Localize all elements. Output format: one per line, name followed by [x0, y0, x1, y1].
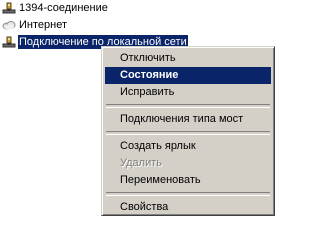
internet-cloud-icon [2, 19, 16, 31]
menu-item-status[interactable]: Состояние [105, 67, 271, 84]
network-connection-icon [2, 36, 16, 48]
menu-item-repair[interactable]: Исправить [105, 84, 271, 101]
context-menu: Отключить Состояние Исправить Подключени… [101, 46, 275, 216]
connection-internet[interactable]: Интернет [2, 18, 68, 32]
connection-label: Интернет [19, 19, 67, 31]
menu-item-delete: Удалить [120, 157, 162, 169]
network-connection-icon [2, 2, 16, 14]
menu-item-disconnect[interactable]: Отключить [105, 50, 271, 67]
menu-item-create-shortcut[interactable]: Создать ярлык [105, 138, 271, 155]
connection-label: 1394-соединение [19, 2, 108, 14]
connection-1394[interactable]: 1394-соединение [2, 1, 109, 15]
menu-separator [106, 131, 270, 135]
menu-separator [106, 192, 270, 196]
menu-item-rename[interactable]: Переименовать [105, 172, 271, 189]
menu-separator [106, 104, 270, 108]
menu-item-bridge-connections[interactable]: Подключения типа мост [105, 111, 271, 128]
menu-item-properties[interactable]: Свойства [105, 199, 271, 216]
